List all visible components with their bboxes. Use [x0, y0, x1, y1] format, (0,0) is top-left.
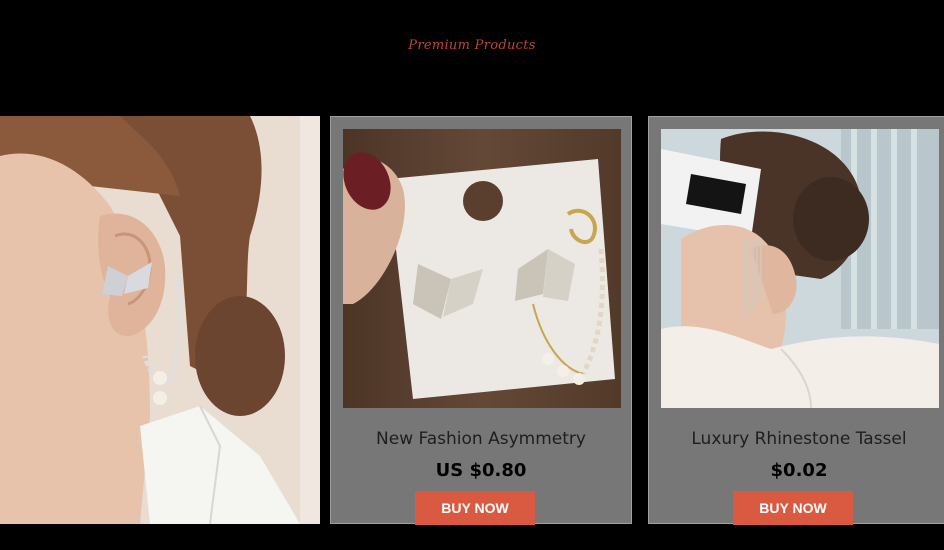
hero-image — [0, 116, 320, 524]
product-name[interactable]: New Fashion Asymmetry — [331, 429, 631, 449]
product-price: US $0.80 — [435, 460, 527, 481]
product-name[interactable]: Luxury Rhinestone Tassel — [649, 429, 944, 449]
product-card[interactable]: New Fashion Asymmetry US $0.80 BUY NOW — [330, 116, 632, 525]
section-title: Premium Products — [408, 38, 536, 53]
buy-now-button[interactable]: BUY NOW — [733, 491, 853, 525]
product-card[interactable]: Luxury Rhinestone Tassel $0.02 BUY NOW — [648, 116, 944, 525]
product-price: $0.02 — [770, 460, 828, 481]
product-image[interactable] — [343, 129, 621, 408]
buy-now-button[interactable]: BUY NOW — [415, 491, 535, 525]
product-image[interactable] — [661, 129, 939, 408]
